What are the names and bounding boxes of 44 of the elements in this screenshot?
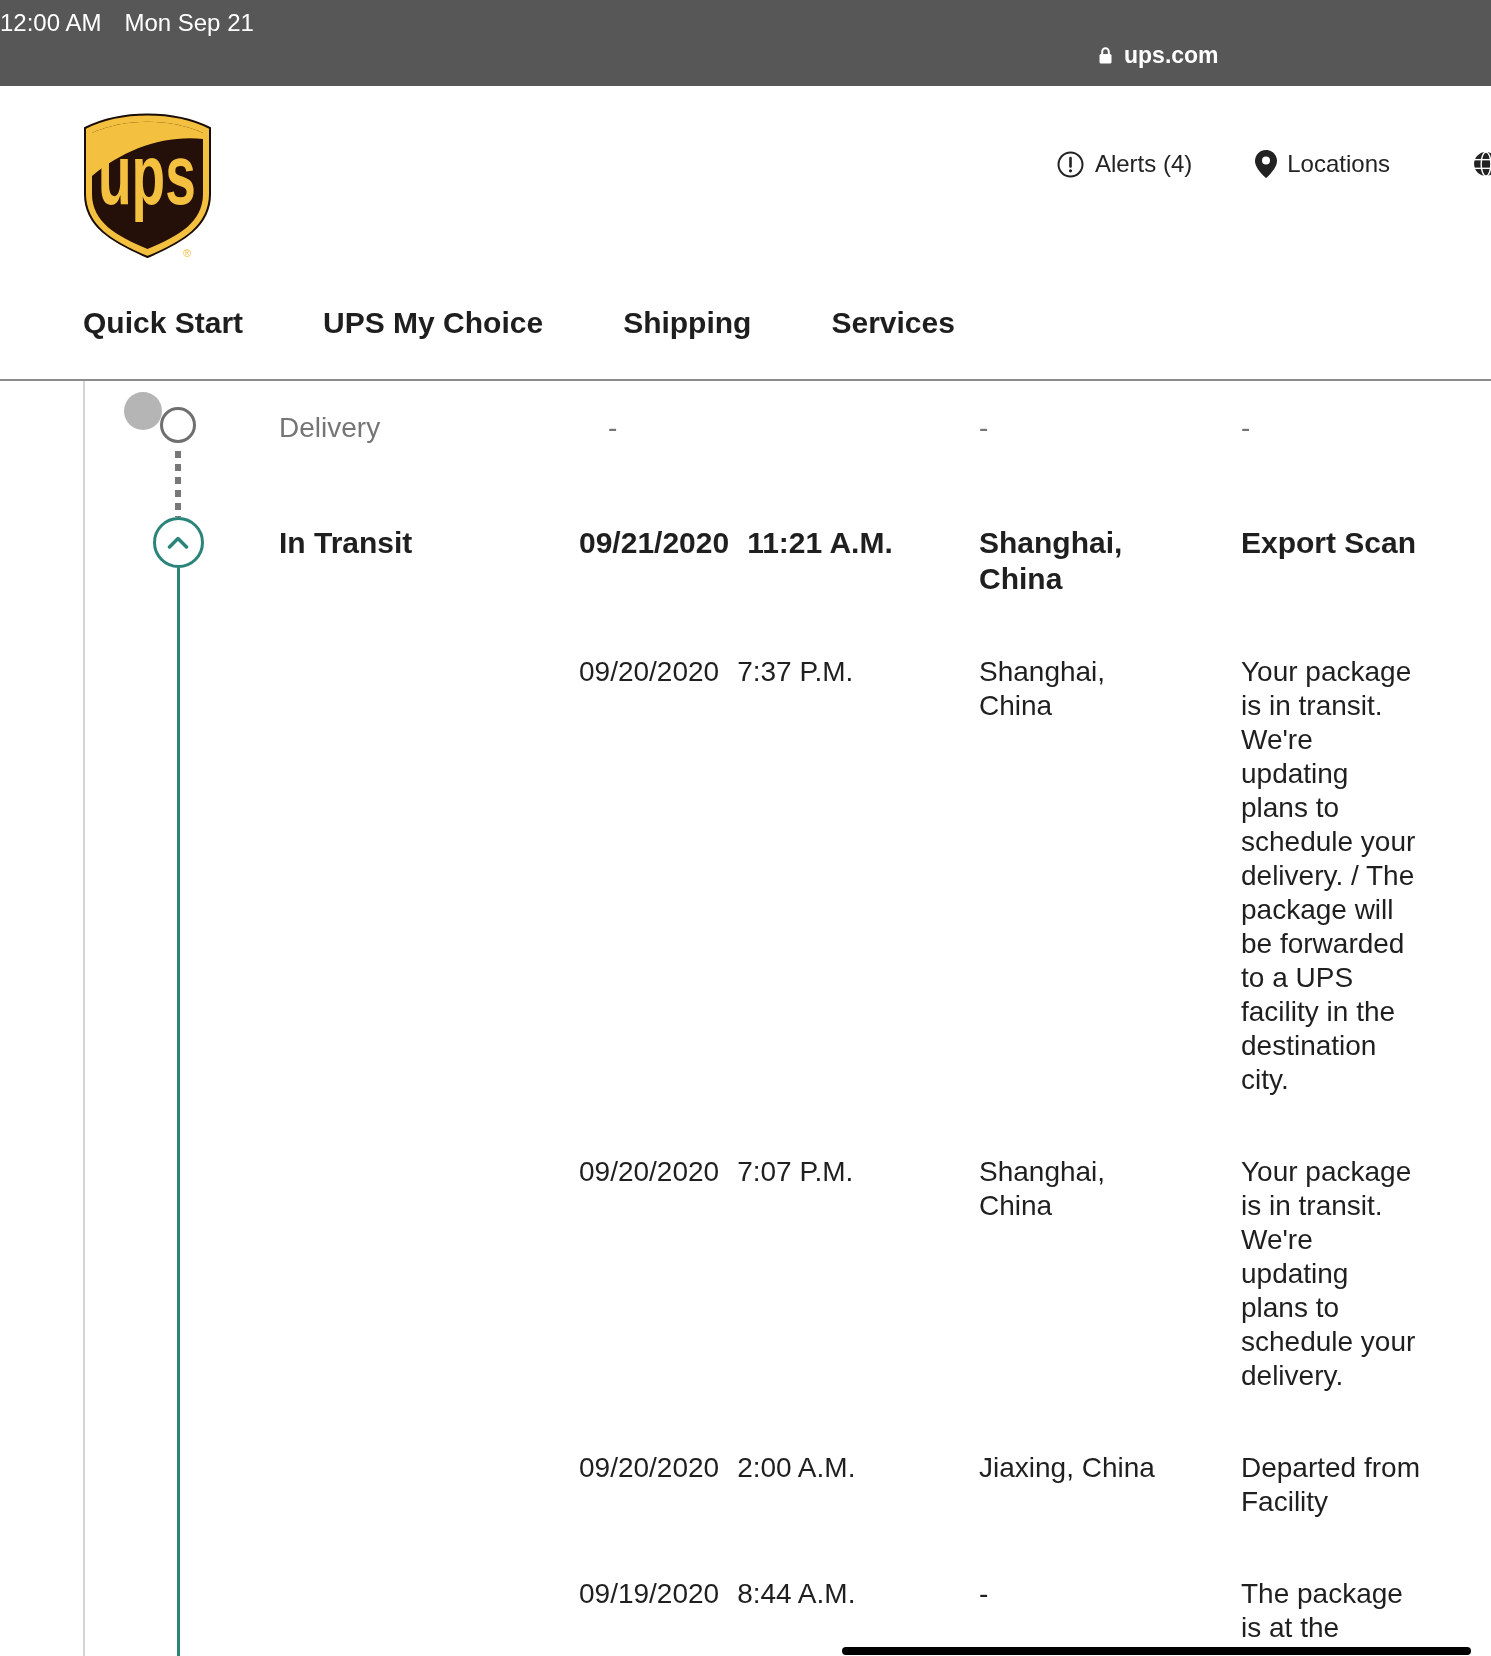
event-location: - (979, 411, 989, 445)
dot-icon (124, 392, 162, 430)
event-location: - (979, 1577, 989, 1611)
nav-link[interactable]: UPS My Choice (323, 305, 544, 341)
lock-icon (1099, 46, 1112, 64)
nav-link[interactable]: Quick Start (83, 305, 244, 341)
event-description: The package is at the (1241, 1577, 1404, 1645)
nav-link[interactable]: Shipping (623, 305, 752, 341)
alerts-link[interactable]: Alerts (4) (1056, 150, 1193, 178)
status-date: Mon Sep 21 (124, 9, 254, 37)
event-date: 09/20/2020 (579, 655, 720, 689)
status-time: 12:00 AM (0, 9, 102, 37)
event-time: 7:37 P.M. (737, 655, 854, 689)
locations-link[interactable]: Locations (1255, 150, 1390, 178)
event-date: 09/20/2020 (579, 1451, 720, 1485)
address-bar[interactable]: ups.com (1099, 41, 1219, 69)
event-description: Export Scan (1241, 525, 1417, 561)
nav-link[interactable]: Services (831, 305, 955, 341)
event-time: 2:00 A.M. (737, 1451, 856, 1485)
event-location: Jiaxing, China (979, 1451, 1155, 1485)
milestone-status: In Transit (279, 526, 413, 559)
logo-wordmark: ups (98, 126, 196, 222)
event-location: Shanghai, China (979, 1155, 1107, 1223)
event-description: Your package is in transit. We're updating plans to schedule your delivery. / The package will be forwarded to a UPS facility in the destination city. (1241, 655, 1417, 1097)
event-description: Departed from Facility (1241, 1451, 1421, 1519)
globe-icon[interactable] (1473, 151, 1491, 177)
event-location: Shanghai, China (979, 525, 1124, 597)
event-time: 7:07 P.M. (737, 1155, 854, 1189)
milestone-status: Delivery (279, 412, 381, 443)
event-location: Shanghai, China (979, 655, 1107, 723)
event-description: Your package is in transit. We're updating plans to schedule your delivery. (1241, 1155, 1417, 1393)
event-date: 09/20/2020 (579, 1155, 720, 1189)
chevron-up-icon (167, 536, 189, 549)
alert-icon (1056, 150, 1084, 178)
event-date: 09/21/2020 (579, 525, 730, 561)
event-description: - (1241, 411, 1251, 445)
registered-mark: ® (183, 247, 192, 259)
event-date: 09/19/2020 (579, 1577, 720, 1611)
event-date: - (608, 411, 618, 445)
map-pin-icon (1255, 150, 1278, 178)
event-time: 11:21 A.M. (747, 525, 893, 561)
event-time: 8:44 A.M. (737, 1577, 856, 1611)
collapse-button[interactable] (152, 517, 204, 568)
ring-icon (160, 407, 196, 443)
